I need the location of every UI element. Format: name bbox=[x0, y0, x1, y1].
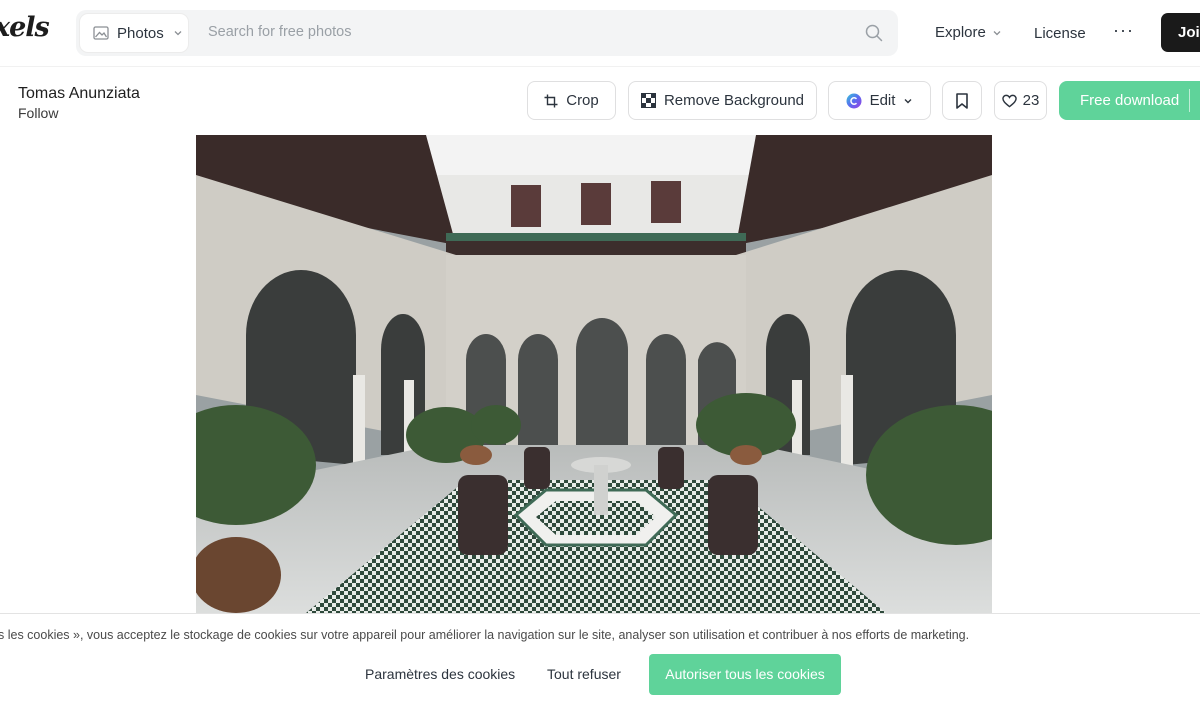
chevron-down-icon bbox=[904, 98, 912, 103]
image-icon bbox=[93, 26, 109, 40]
cookie-settings-button[interactable]: Paramètres des cookies bbox=[365, 666, 515, 682]
remove-background-label: Remove Background bbox=[663, 92, 805, 109]
free-download-button[interactable]: Free download bbox=[1059, 81, 1200, 120]
search-type-label: Photos bbox=[117, 24, 164, 42]
edit-color-icon bbox=[846, 93, 862, 108]
download-split-divider bbox=[1189, 89, 1190, 112]
pexels-logo[interactable]: xels bbox=[0, 12, 50, 43]
remove-background-button[interactable]: Remove Background bbox=[628, 81, 817, 120]
checkerboard-icon bbox=[640, 93, 656, 108]
author-name[interactable]: Tomas Anunziata bbox=[18, 85, 140, 103]
bookmark-button[interactable] bbox=[942, 81, 982, 120]
search-input[interactable]: Search for free photos bbox=[208, 24, 351, 40]
refuse-all-cookies-button[interactable]: Tout refuser bbox=[547, 666, 621, 682]
nav-explore[interactable]: Explore bbox=[935, 24, 1002, 41]
courtyard-photo-illustration bbox=[196, 135, 992, 613]
follow-link[interactable]: Follow bbox=[18, 105, 58, 121]
chevron-down-icon bbox=[993, 30, 1001, 35]
nav-explore-label: Explore bbox=[935, 24, 986, 41]
top-header: xels Photos Search for free photos Explo… bbox=[0, 0, 1200, 67]
nav-license[interactable]: License bbox=[1034, 25, 1086, 42]
chevron-down-icon bbox=[174, 31, 182, 36]
crop-button[interactable]: Crop bbox=[527, 81, 616, 120]
main-photo[interactable] bbox=[196, 135, 992, 613]
search-bar[interactable]: Photos Search for free photos bbox=[76, 10, 898, 56]
accept-all-cookies-button[interactable]: Autoriser tous les cookies bbox=[649, 654, 841, 695]
like-button[interactable]: 23 bbox=[994, 81, 1047, 120]
edit-dropdown-button[interactable]: Edit bbox=[828, 81, 931, 120]
edit-label: Edit bbox=[869, 92, 896, 109]
download-label: Free download bbox=[1080, 92, 1180, 109]
join-button[interactable]: Join bbox=[1161, 13, 1200, 52]
bookmark-icon bbox=[956, 92, 968, 109]
search-type-dropdown[interactable]: Photos bbox=[80, 14, 188, 52]
cookie-banner-text: s les cookies », vous acceptez le stocka… bbox=[0, 628, 970, 642]
heart-icon bbox=[1001, 94, 1017, 108]
like-count: 23 bbox=[1022, 92, 1040, 109]
search-icon[interactable] bbox=[864, 23, 884, 43]
crop-icon bbox=[544, 94, 558, 107]
cookie-banner: s les cookies », vous acceptez le stocka… bbox=[0, 613, 1200, 709]
more-menu-icon[interactable]: ··· bbox=[1113, 20, 1134, 41]
crop-label: Crop bbox=[566, 92, 599, 109]
